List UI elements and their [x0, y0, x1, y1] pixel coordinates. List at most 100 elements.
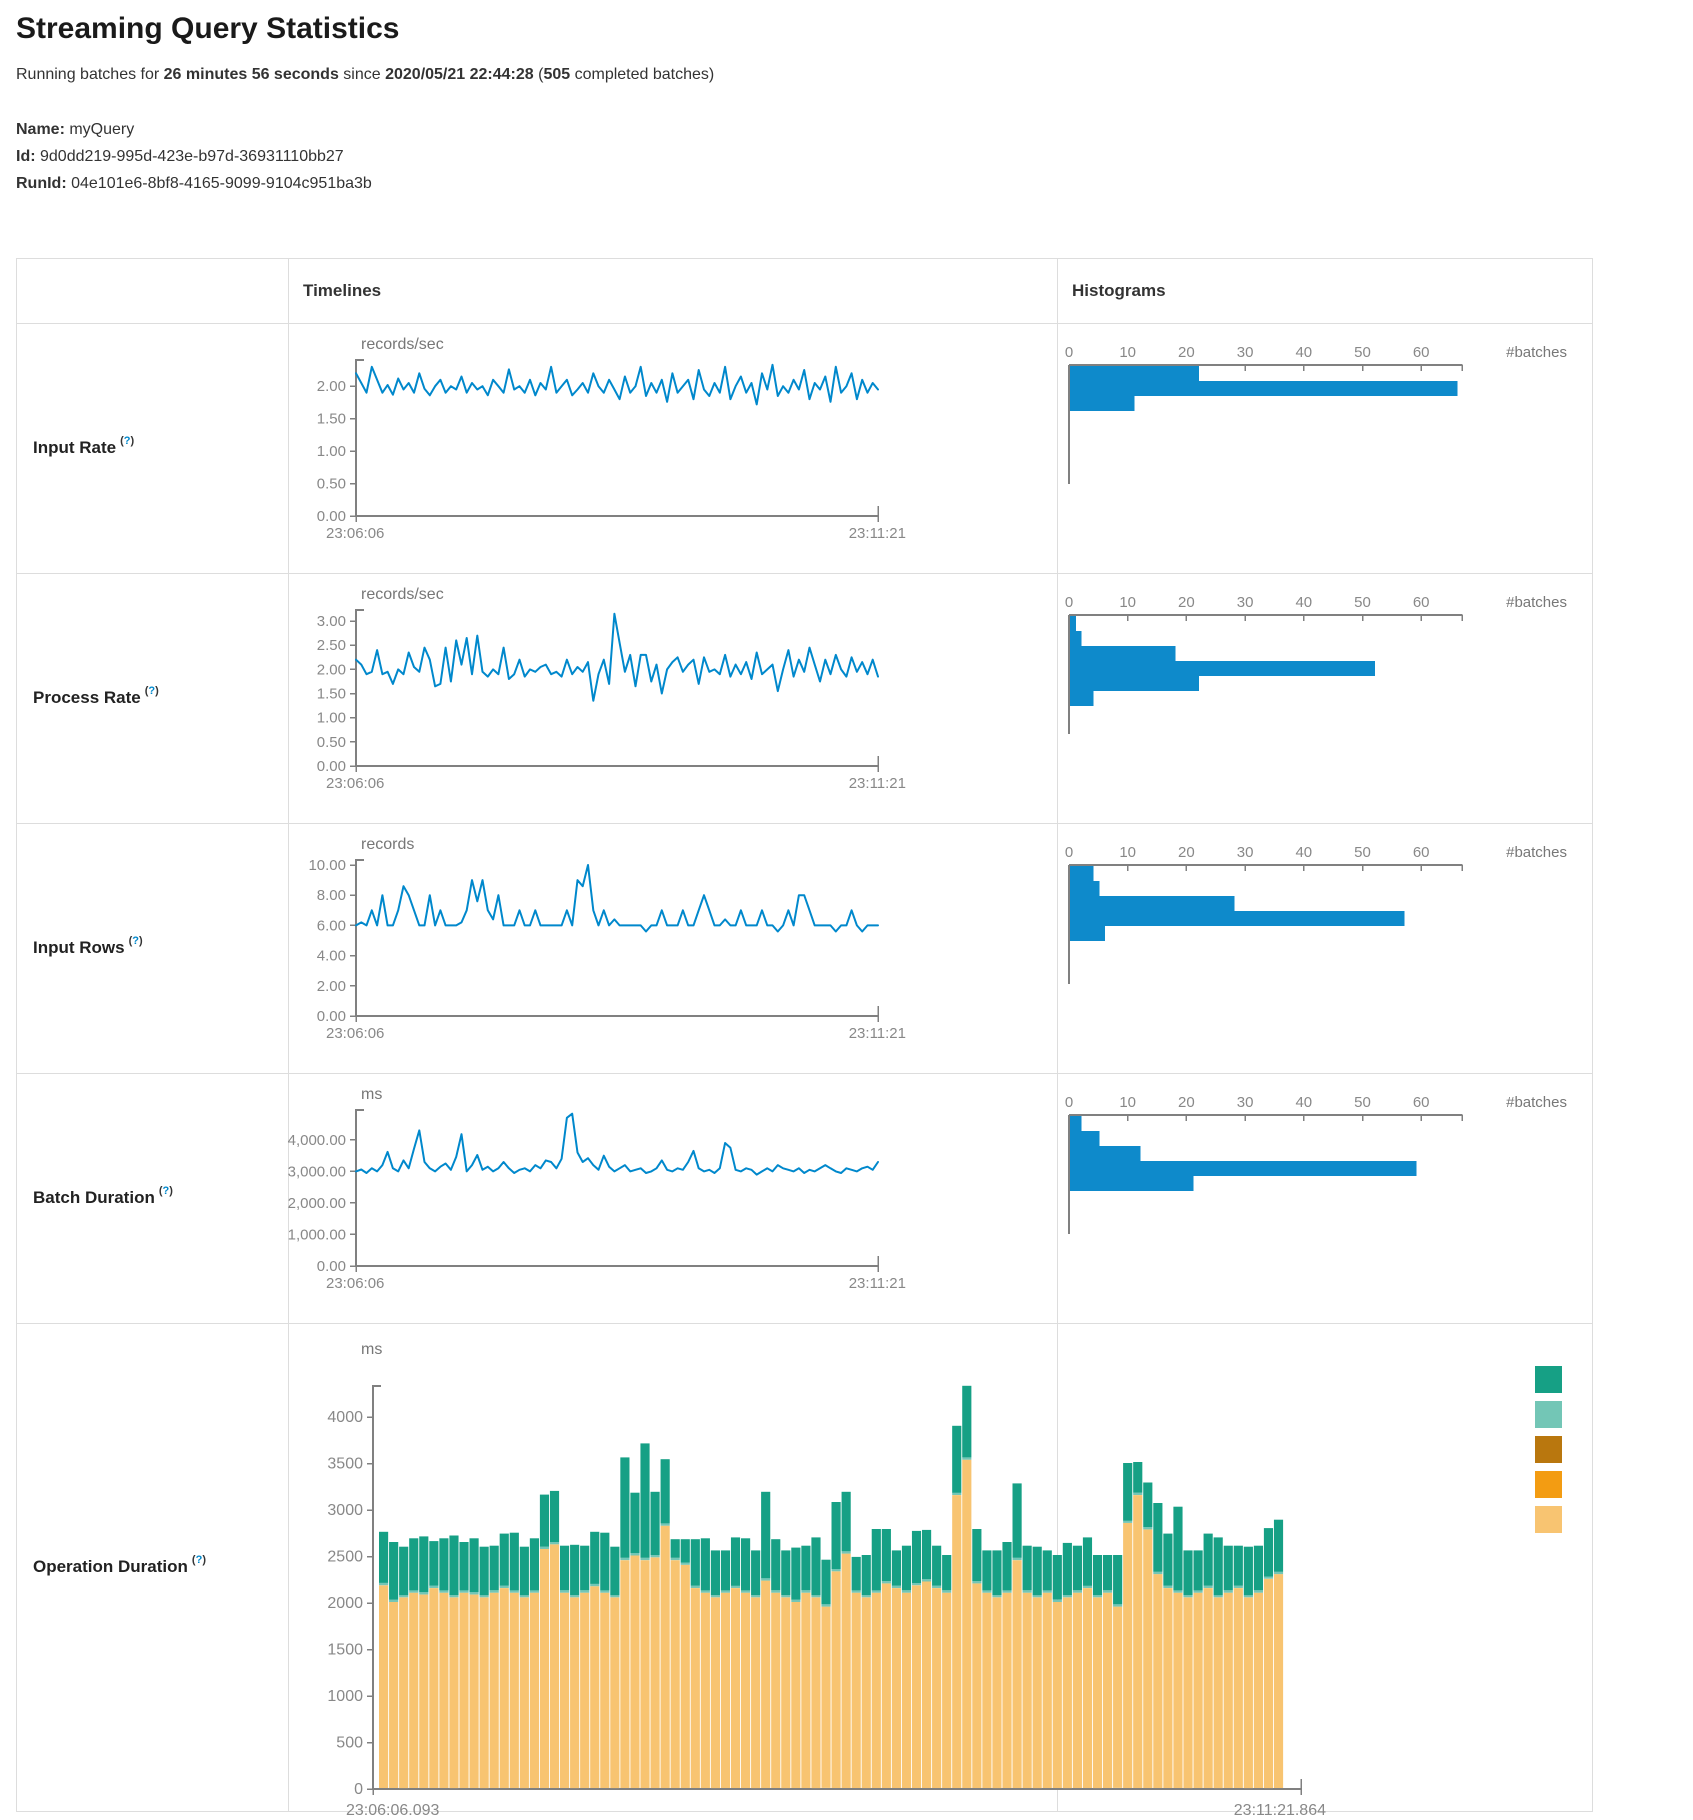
svg-text:23:11:21: 23:11:21 [849, 1025, 906, 1042]
page-title: Streaming Query Statistics [16, 12, 399, 46]
svg-text:#batches: #batches [1506, 1094, 1567, 1111]
query-id: 9d0dd219-995d-423e-b97d-36931110bb27 [36, 148, 344, 165]
batch-duration-help-icon[interactable]: (?) [159, 1185, 173, 1197]
svg-text:20: 20 [1178, 1094, 1195, 1111]
svg-text:50: 50 [1354, 1094, 1371, 1111]
running-batches-summary: Running batches for 26 minutes 56 second… [16, 66, 714, 84]
svg-text:10.00: 10.00 [308, 857, 346, 874]
operation-duration-chart: ms4000350030002500200015001000500023:06:… [288, 1323, 1592, 1811]
svg-text:23:06:06.093: 23:06:06.093 [346, 1802, 440, 1819]
svg-text:23:11:21.864: 23:11:21.864 [1234, 1802, 1326, 1819]
row-label-input-rate: Input Rate(?) [17, 323, 288, 573]
query-name: myQuery [65, 121, 134, 138]
svg-text:1.00: 1.00 [317, 443, 346, 460]
svg-text:0: 0 [354, 1781, 363, 1798]
query-metadata: Name: myQuery Id: 9d0dd219-995d-423e-b97… [16, 116, 372, 197]
svg-text:0.00: 0.00 [317, 758, 346, 775]
svg-text:23:06:06: 23:06:06 [326, 775, 384, 792]
completed-batches-count: 505 [543, 66, 570, 83]
svg-text:records/sec: records/sec [361, 586, 444, 603]
svg-text:40: 40 [1295, 594, 1312, 611]
svg-text:ms: ms [361, 1086, 382, 1103]
svg-text:0.50: 0.50 [317, 476, 346, 493]
svg-text:8.00: 8.00 [317, 887, 346, 904]
svg-text:10: 10 [1119, 594, 1136, 611]
svg-text:40: 40 [1295, 1094, 1312, 1111]
svg-text:ms: ms [361, 1341, 382, 1358]
svg-text:records/sec: records/sec [361, 336, 444, 353]
legend-swatch-4 [1535, 1506, 1562, 1533]
svg-text:2000: 2000 [327, 1595, 363, 1612]
svg-text:23:06:06: 23:06:06 [326, 525, 384, 542]
statistics-table: Timelines Histograms Input Rate(?) Proce… [16, 258, 1593, 1812]
svg-text:0.50: 0.50 [317, 734, 346, 751]
svg-text:10: 10 [1119, 1094, 1136, 1111]
svg-text:2.00: 2.00 [317, 978, 346, 995]
svg-text:10: 10 [1119, 844, 1136, 861]
svg-text:50: 50 [1354, 844, 1371, 861]
input-rows-help-icon[interactable]: (?) [129, 935, 143, 947]
process-rate-timeline-chart: records/sec3.002.502.001.501.000.500.002… [288, 573, 1057, 823]
svg-text:23:11:21: 23:11:21 [849, 1275, 906, 1292]
svg-text:50: 50 [1354, 594, 1371, 611]
legend-swatch-3 [1535, 1471, 1562, 1498]
svg-text:3500: 3500 [327, 1456, 363, 1473]
svg-text:23:11:21: 23:11:21 [849, 775, 906, 792]
input-rows-histogram-chart: 0102030405060#batches [1057, 823, 1592, 1073]
svg-text:records: records [361, 836, 414, 853]
svg-text:0: 0 [1065, 344, 1073, 361]
legend-swatch-0 [1535, 1366, 1562, 1393]
svg-text:20: 20 [1178, 344, 1195, 361]
input-rate-histogram-chart: 0102030405060#batches [1057, 323, 1592, 573]
query-id-line: Id: 9d0dd219-995d-423e-b97d-36931110bb27 [16, 143, 372, 170]
input-rate-timeline-chart: records/sec 2.00 1.50 1.00 0.50 0.0023:06:06 2… [288, 323, 1057, 573]
svg-text:40: 40 [1295, 344, 1312, 361]
operation-duration-help-icon[interactable]: (?) [192, 1554, 206, 1566]
svg-text:2.00: 2.00 [317, 661, 346, 678]
header-histograms: Histograms [1072, 259, 1166, 323]
svg-text:30: 30 [1237, 344, 1254, 361]
svg-text:1.50: 1.50 [317, 686, 346, 703]
svg-text:20: 20 [1178, 844, 1195, 861]
svg-text:23:06:06: 23:06:06 [326, 1275, 384, 1292]
legend-swatch-2 [1535, 1436, 1562, 1463]
query-runid: 04e101e6-8bf8-4165-9099-9104c951ba3b [67, 175, 372, 192]
query-name-line: Name: myQuery [16, 116, 372, 143]
legend-swatch-1 [1535, 1401, 1562, 1428]
batch-duration-histogram-chart: 0102030405060#batches [1057, 1073, 1592, 1323]
input-rate-help-icon[interactable]: (?) [120, 435, 134, 447]
svg-text:20: 20 [1178, 594, 1195, 611]
svg-text:#batches: #batches [1506, 594, 1567, 611]
svg-text:1500: 1500 [327, 1642, 363, 1659]
svg-text:0.00: 0.00 [317, 1258, 346, 1275]
svg-text:4,000.00: 4,000.00 [288, 1132, 346, 1149]
svg-text:30: 30 [1237, 1094, 1254, 1111]
svg-text:2.00: 2.00 [317, 378, 346, 395]
svg-text:60: 60 [1413, 344, 1430, 361]
svg-text:6.00: 6.00 [317, 917, 346, 934]
svg-text:500: 500 [336, 1735, 363, 1752]
svg-text:0: 0 [1065, 594, 1073, 611]
svg-text:4.00: 4.00 [317, 948, 346, 965]
input-rows-timeline-chart: records10.008.006.004.002.000.0023:06:06… [288, 823, 1057, 1073]
svg-text:1.50: 1.50 [317, 411, 346, 428]
svg-text:3.00: 3.00 [317, 613, 346, 630]
process-rate-help-icon[interactable]: (?) [145, 685, 159, 697]
svg-text:1.00: 1.00 [317, 710, 346, 727]
svg-text:23:11:21: 23:11:21 [849, 525, 906, 542]
header-timelines: Timelines [303, 259, 381, 323]
svg-text:0: 0 [1065, 844, 1073, 861]
row-label-process-rate: Process Rate(?) [17, 573, 288, 823]
svg-text:2.50: 2.50 [317, 637, 346, 654]
svg-text:10: 10 [1119, 344, 1136, 361]
svg-text:#batches: #batches [1506, 844, 1567, 861]
svg-text:0.00: 0.00 [317, 508, 346, 525]
row-label-input-rows: Input Rows(?) [17, 823, 288, 1073]
svg-text:1,000.00: 1,000.00 [288, 1226, 346, 1243]
svg-text:2,000.00: 2,000.00 [288, 1195, 346, 1212]
row-label-batch-duration: Batch Duration(?) [17, 1073, 288, 1323]
process-rate-histogram-chart: 0102030405060#batches [1057, 573, 1592, 823]
svg-text:30: 30 [1237, 844, 1254, 861]
svg-text:#batches: #batches [1506, 344, 1567, 361]
svg-text:60: 60 [1413, 594, 1430, 611]
